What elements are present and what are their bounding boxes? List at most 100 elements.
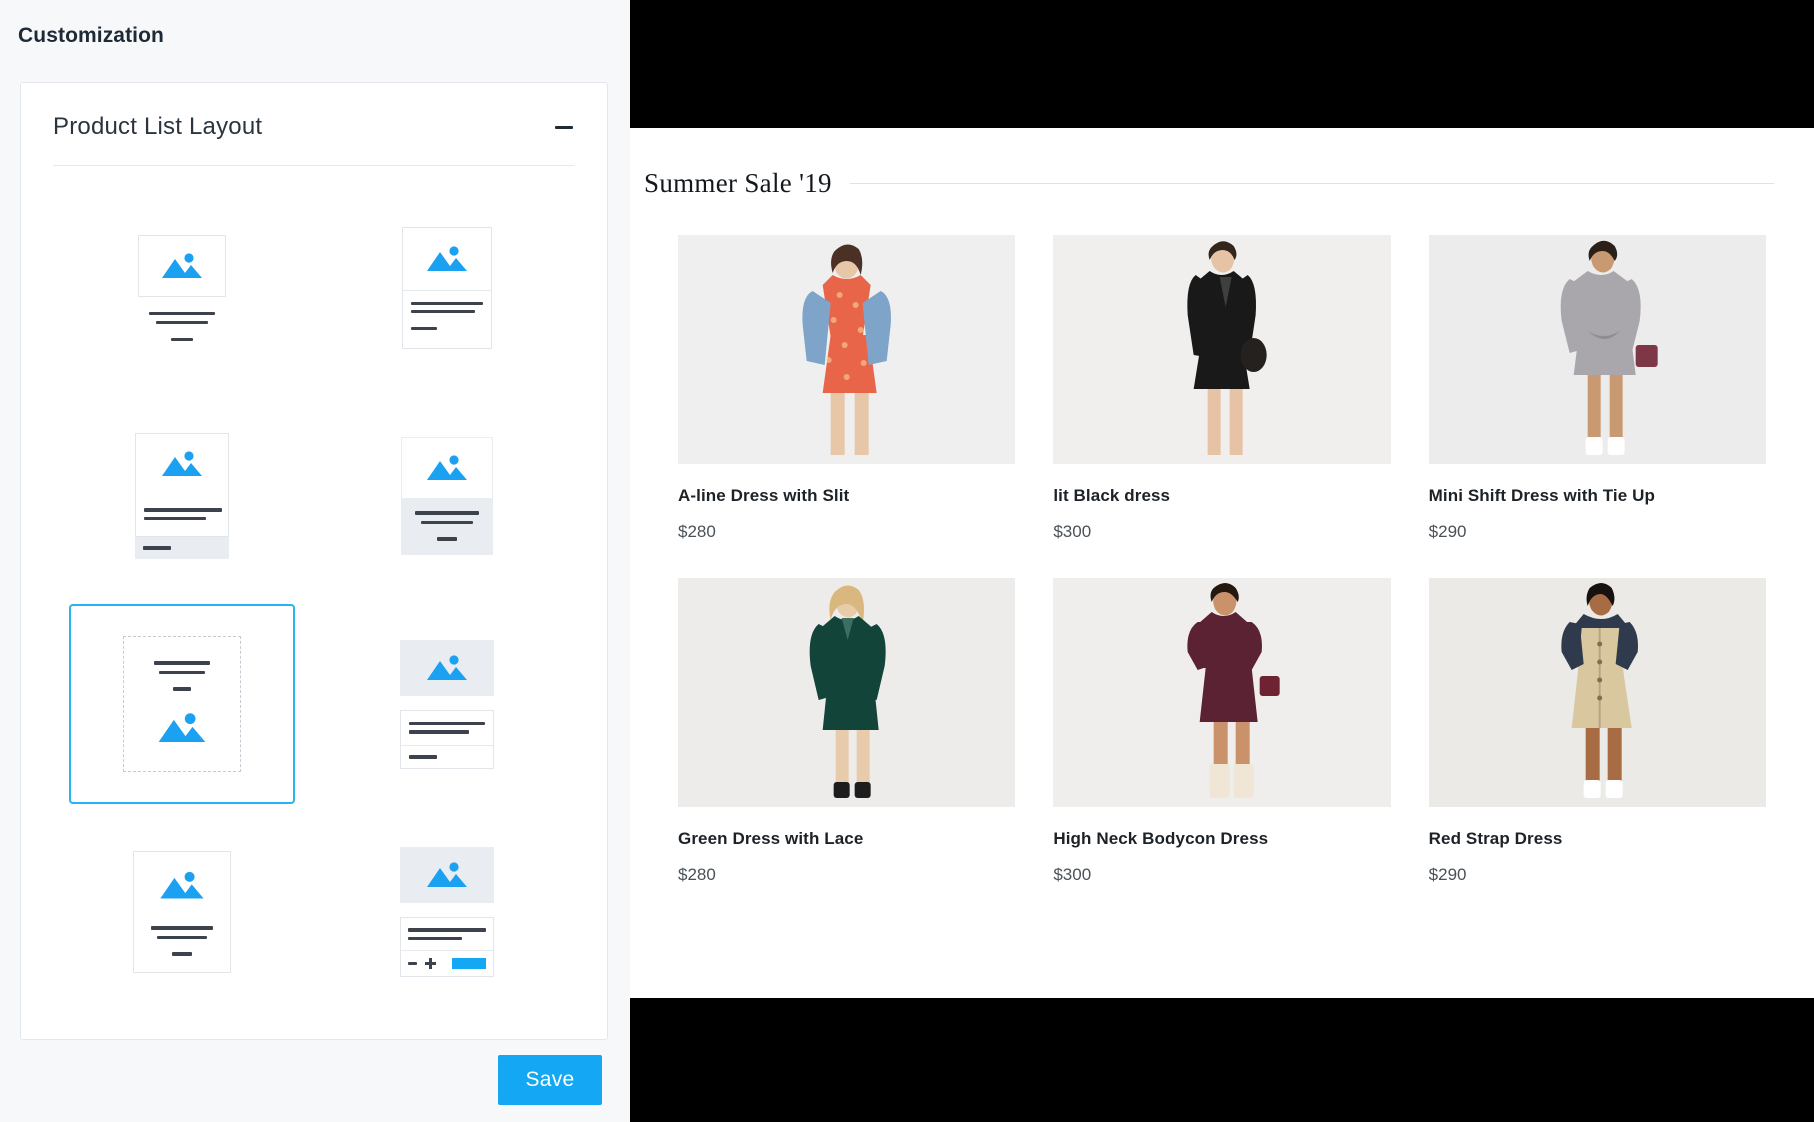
layout-option-cell [49,808,314,1016]
layout-option-4[interactable] [334,396,560,596]
minus-icon[interactable] [407,962,417,965]
thumb-preview [132,851,231,973]
product-card[interactable]: A-line Dress with Slit $280 [678,235,1016,542]
text-line [148,312,215,315]
quantity-stepper[interactable] [401,951,493,976]
product-image[interactable] [1053,578,1391,807]
thumb-preview [400,437,493,555]
product-card[interactable]: lit Black dress $300 [1053,235,1391,542]
picture-icon [159,871,204,898]
text-lines [150,926,213,956]
text-line [155,321,208,324]
header-divider [53,165,575,166]
section-header: Summer Sale '19 [630,128,1814,199]
model-figure [708,578,985,807]
text-line [143,516,206,520]
plus-icon[interactable] [424,958,436,969]
thumb-preview [137,235,226,341]
image-placeholder [403,228,491,290]
text-line [158,670,205,674]
text-line [143,508,222,512]
product-price: $290 [1428,522,1467,541]
text-line [156,935,207,939]
model-figure [1459,578,1736,807]
product-card[interactable]: High Neck Bodycon Dress $300 [1053,578,1391,885]
image-placeholder [156,852,208,918]
layout-option-cell [314,600,579,808]
text-lines [148,312,215,341]
image-placeholder [399,847,494,903]
product-price: $280 [678,865,716,884]
picture-icon [426,455,467,480]
layout-option-1[interactable] [69,188,295,388]
product-name: High Neck Bodycon Dress [1053,829,1269,848]
product-price: $300 [1053,522,1092,541]
save-button-row: Save [0,1055,630,1105]
page-title: Customization [18,24,164,47]
product-card[interactable]: Mini Shift Dress with Tie Up $290 [1428,235,1766,542]
text-line [410,310,475,313]
text-line [414,511,479,515]
section-title: Product List Layout [53,113,263,140]
price-line [172,687,191,691]
text-line [407,936,462,940]
thumb-preview [401,227,492,349]
product-card[interactable]: Red Strap Dress $290 [1428,578,1766,885]
product-image[interactable] [1053,235,1391,464]
layout-option-5[interactable] [68,604,295,804]
layout-option-3[interactable] [69,396,295,596]
text-lines [403,291,491,330]
layout-option-8[interactable] [334,812,560,1012]
picture-icon [161,253,202,278]
minus-icon[interactable] [553,116,575,138]
text-line [420,520,473,524]
product-name: lit Black dress [1053,486,1171,505]
add-to-cart-button[interactable] [451,958,486,969]
thumb-preview [122,636,241,772]
thumb-preview [134,433,229,559]
minus-icon-bar [555,125,573,129]
image-placeholder [137,235,226,297]
price-line [408,754,437,759]
price-line [436,537,457,541]
layout-option-cell [314,808,579,1016]
product-image[interactable] [678,235,1016,464]
price-line [142,546,171,550]
layout-option-cell [49,600,314,808]
product-price: $280 [678,522,716,541]
product-list-layout-card: Product List Layout [20,82,608,1040]
customization-panel: Customization Product List Layout Save [0,0,630,1122]
text-line [410,302,483,305]
image-placeholder [400,437,493,499]
section-title: Summer Sale '19 [644,168,832,198]
text-card [399,917,494,977]
save-button[interactable]: Save [498,1055,602,1105]
picture-icon [426,862,467,887]
product-name: Green Dress with Lace [678,829,864,848]
price-line [410,327,437,330]
picture-icon [426,654,467,680]
text-line [408,721,485,725]
layout-option-cell [314,184,579,392]
product-image[interactable] [1428,235,1766,464]
text-line [408,730,469,734]
layout-option-7[interactable] [69,812,295,1012]
price-line [171,952,192,956]
product-image[interactable] [678,578,1016,807]
storefront-preview: Summer Sale '19 A-line Dress with Slit $… [630,128,1814,998]
layout-option-2[interactable] [334,188,560,388]
text-line [153,661,210,665]
text-line [407,928,486,932]
thumb-preview [399,639,494,769]
preview-panel: Summer Sale '19 A-line Dress with Slit $… [630,0,1814,1122]
product-card[interactable]: Green Dress with Lace $280 [678,578,1016,885]
layout-option-cell [49,184,314,392]
price-line [170,338,193,341]
text-lines [136,494,228,520]
layout-option-6[interactable] [334,604,560,804]
text-card [399,709,494,769]
product-image[interactable] [1428,578,1766,807]
model-figure [1459,235,1736,464]
layout-option-cell [314,392,579,600]
product-name: A-line Dress with Slit [678,486,850,505]
